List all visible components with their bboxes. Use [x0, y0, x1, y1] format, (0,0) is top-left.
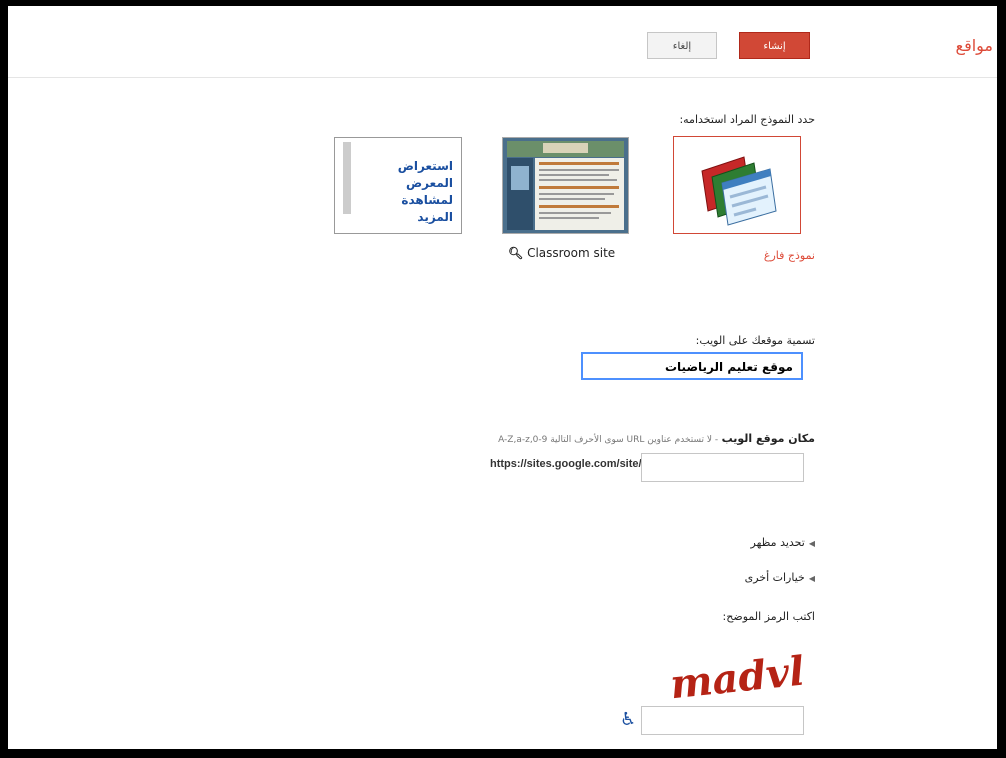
- more-options-label: خيارات أخرى: [744, 571, 805, 584]
- blank-template-icon: [701, 156, 777, 226]
- classroom-template-thumbnail: [503, 138, 628, 233]
- sites-create-page: مواقع إنشاء إلغاء حدد النموذج المراد است…: [8, 6, 997, 749]
- header-bar: مواقع إنشاء إلغاء: [8, 6, 997, 78]
- template-classroom-label: Classroom site: [527, 246, 616, 260]
- browse-gallery-link[interactable]: استعراض المعرض لمشاهدة المزيد: [373, 158, 453, 226]
- magnify-icon[interactable]: 🔍︎: [508, 246, 523, 260]
- template-blank-label[interactable]: نموذج فارغ: [764, 249, 815, 262]
- site-location-label-bold: مكان موقع الويب: [721, 432, 815, 445]
- template-gallery[interactable]: استعراض المعرض لمشاهدة المزيد: [334, 137, 462, 234]
- site-url-input[interactable]: [641, 453, 804, 482]
- site-location-note: - لا تستخدم عناوين URL سوى الأحرف التالي…: [498, 435, 719, 445]
- gallery-scrollbar[interactable]: [343, 142, 351, 214]
- expand-arrow-icon: ◀: [808, 539, 815, 548]
- site-name-value: موقع تعليم الرياضيات: [664, 360, 793, 374]
- site-location-label: مكان موقع الويب - لا تستخدم عناوين URL س…: [498, 432, 815, 445]
- template-classroom-caption[interactable]: 🔍︎ Classroom site: [508, 246, 615, 260]
- captcha-label: اكتب الرمز الموضح:: [722, 610, 815, 623]
- svg-text:madvl: madvl: [668, 648, 807, 704]
- template-prompt: حدد النموذج المراد استخدامه:: [679, 113, 815, 126]
- create-button[interactable]: إنشاء: [739, 32, 810, 59]
- template-classroom[interactable]: [502, 137, 629, 234]
- cancel-button[interactable]: إلغاء: [647, 32, 717, 59]
- template-blank[interactable]: [673, 136, 801, 234]
- theme-option[interactable]: ◀تحديد مظهر: [751, 536, 815, 549]
- wheelchair-icon[interactable]: ♿: [620, 709, 636, 730]
- captcha-input[interactable]: [641, 706, 804, 735]
- app-title[interactable]: مواقع: [956, 36, 993, 55]
- captcha-image: madvl: [668, 648, 807, 704]
- expand-arrow-icon: ◀: [808, 574, 815, 583]
- more-options[interactable]: ◀خيارات أخرى: [745, 571, 815, 584]
- site-url-prefix: https://sites.google.com/site/: [490, 458, 642, 470]
- site-name-label: تسمية موقعك على الويب:: [695, 334, 815, 347]
- theme-option-label: تحديد مظهر: [750, 536, 805, 549]
- site-name-input[interactable]: موقع تعليم الرياضيات: [581, 352, 803, 380]
